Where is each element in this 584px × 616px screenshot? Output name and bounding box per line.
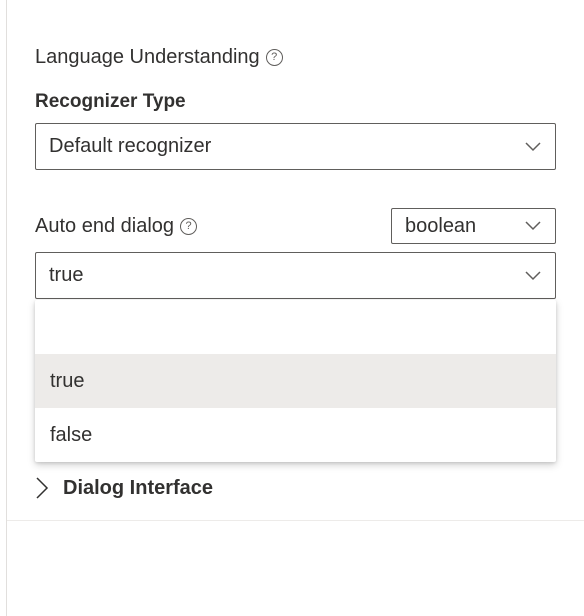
divider	[7, 520, 584, 521]
dialog-interface-section[interactable]: Dialog Interface	[35, 476, 213, 500]
auto-end-dialog-label: Auto end dialog	[35, 215, 175, 237]
menu-option-true[interactable]: true	[35, 354, 556, 408]
menu-option-empty[interactable]	[35, 300, 556, 354]
recognizer-type-label: Recognizer Type	[35, 91, 186, 112]
chevron-down-icon	[525, 141, 541, 151]
auto-end-dialog-header: Auto end dialog ?	[35, 215, 198, 238]
properties-panel: Language Understanding ? Recognizer Type…	[6, 0, 584, 616]
chevron-down-icon	[525, 221, 541, 231]
dropdown-menu: true false	[35, 300, 556, 462]
help-circle-icon[interactable]: ?	[265, 49, 283, 66]
auto-end-dialog-dropdown[interactable]: true	[35, 252, 556, 299]
section-header: Language Understanding ?	[35, 46, 283, 69]
recognizer-type-value: Default recognizer	[49, 135, 212, 157]
auto-end-dialog-value: true	[49, 264, 84, 286]
value-type-value: boolean	[405, 214, 477, 237]
chevron-down-icon	[525, 270, 541, 280]
section-title: Language Understanding	[35, 46, 260, 68]
help-circle-icon[interactable]: ?	[180, 218, 198, 235]
chevron-right-icon	[36, 477, 49, 499]
recognizer-type-dropdown[interactable]: Default recognizer	[35, 123, 556, 170]
menu-option-false[interactable]: false	[35, 408, 556, 462]
dialog-interface-label: Dialog Interface	[63, 476, 214, 499]
value-type-dropdown[interactable]: boolean	[391, 208, 556, 244]
